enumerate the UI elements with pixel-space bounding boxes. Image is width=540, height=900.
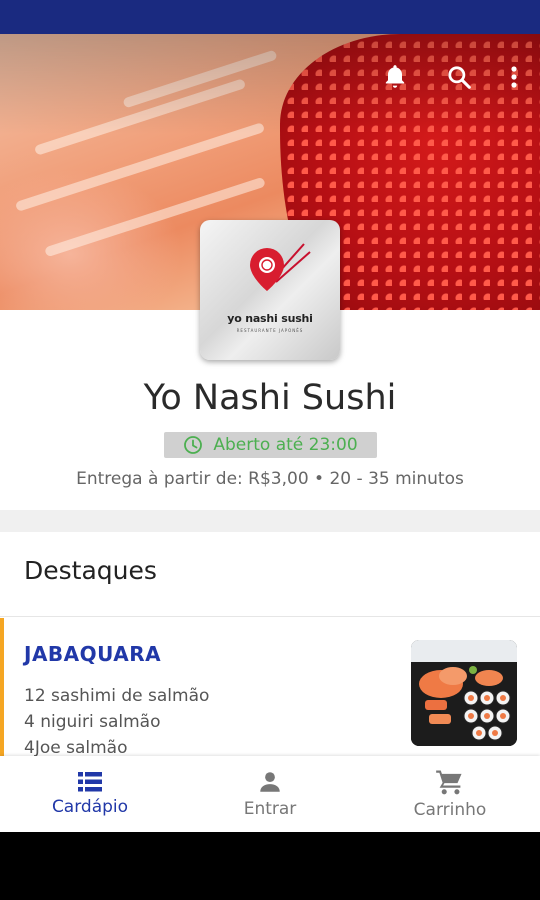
- restaurant-name: Yo Nashi Sushi: [143, 378, 397, 418]
- status-bar: [0, 0, 540, 34]
- product-description-line: 12 sashimi de salmão: [24, 686, 210, 706]
- section-divider: [0, 510, 540, 532]
- sushi-pin-icon: [250, 243, 311, 291]
- restaurant-screen: yo nashi sushi RESTAURANTE JAPONÊS Yo Na…: [0, 34, 540, 832]
- clock-icon: [184, 436, 203, 454]
- nav-label: Entrar: [243, 799, 297, 819]
- product-description-line: 4Joe salmão: [24, 738, 128, 758]
- system-navigation-bar: [0, 832, 540, 900]
- product-description-line: 4 niguiri salmão: [24, 712, 161, 732]
- nav-item-carrinho[interactable]: Carrinho: [360, 756, 540, 832]
- status-badge: Aberto até 23:00: [164, 432, 377, 458]
- delivery-info: Entrega à partir de: R$3,00 • 20 - 35 mi…: [76, 469, 464, 489]
- product-name: JABAQUARA: [24, 642, 162, 666]
- section-title: Destaques: [24, 556, 157, 585]
- nav-item-entrar[interactable]: Entrar: [180, 756, 360, 832]
- search-icon[interactable]: [440, 58, 478, 96]
- product-card[interactable]: JABAQUARA 12 sashimi de salmão 4 niguiri…: [0, 618, 540, 758]
- product-accent-bar: [0, 618, 4, 758]
- header-actions: [376, 58, 524, 96]
- nav-item-cardapio[interactable]: Cardápio: [0, 756, 180, 832]
- nav-label: Carrinho: [413, 800, 487, 820]
- nav-label: Cardápio: [51, 797, 129, 817]
- logo-subtitle: RESTAURANTE JAPONÊS: [236, 328, 304, 333]
- restaurant-logo: yo nashi sushi RESTAURANTE JAPONÊS: [200, 220, 340, 360]
- product-image[interactable]: [411, 640, 517, 746]
- status-text: Aberto até 23:00: [213, 435, 358, 455]
- cart-icon: [436, 770, 462, 795]
- person-icon: [260, 772, 280, 792]
- bottom-navigation: Cardápio Entrar Carrinho: [0, 756, 540, 832]
- bell-icon[interactable]: [376, 58, 414, 96]
- more-vertical-icon[interactable]: [504, 58, 524, 96]
- section-separator: [0, 616, 540, 617]
- logo-wordmark: yo nashi sushi: [227, 312, 313, 325]
- menu-list-icon: [78, 772, 102, 792]
